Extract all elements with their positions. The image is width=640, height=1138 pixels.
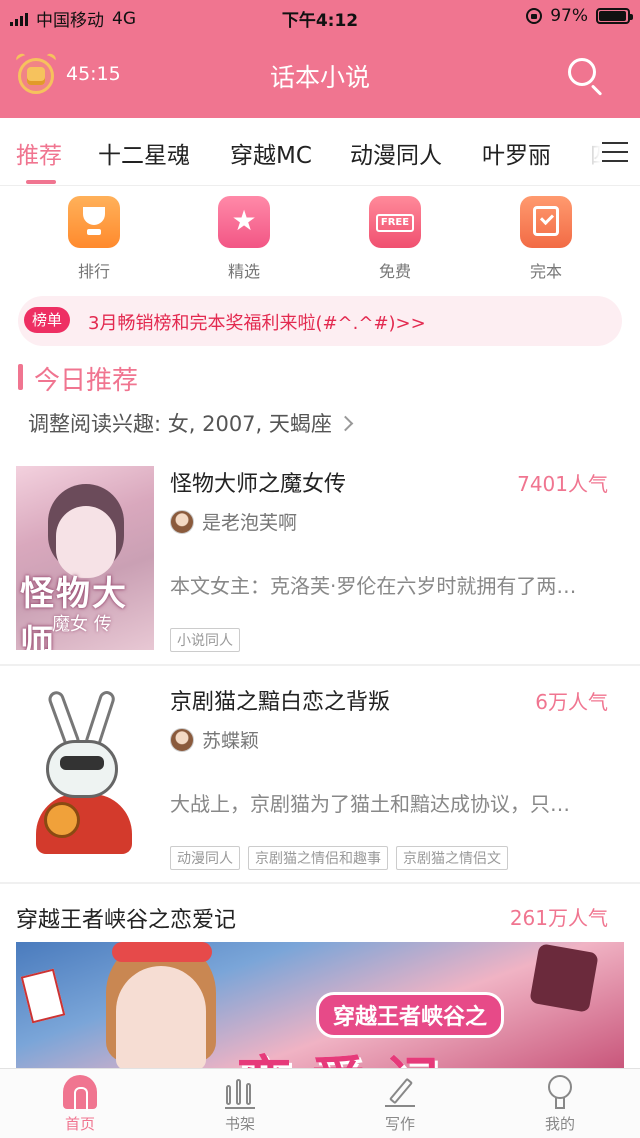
menu-icon [602,142,628,162]
author-name: 苏蝶颖 [202,730,260,752]
book-popularity: 7401人气 [517,472,608,496]
featured-book-banner[interactable]: 穿越王者峡谷之 恋爱记 [16,942,624,1070]
notice-badge: 榜单 [24,307,71,333]
tab-menu-button[interactable] [580,118,640,185]
quick-links: 排行 ★ 精选 FREE 免费 完本 [0,186,640,290]
quick-link-label: 免费 [378,262,411,281]
nav-me[interactable]: 我的 [510,1075,610,1134]
quick-link-label: 完本 [529,262,562,281]
book-description: 本文女主：克洛芙·罗伦在六岁时就拥有了两… [170,574,577,598]
book-cover[interactable]: 怪物大师 魔女 传 [16,466,154,650]
book-description: 大战上，京剧猫为了猫土和黯达成协议，只… [170,792,570,816]
book-cover[interactable] [16,684,154,868]
playing-card-decoration [20,968,66,1024]
category-tabs: 推荐 十二星魂 穿越MC 动漫同人 叶罗丽 四 [0,118,640,186]
book-tag[interactable]: 动漫同人 [170,846,240,870]
bottom-nav: 首页 书架 写作 我的 [0,1068,640,1138]
quick-link-label: 排行 [77,262,110,281]
book-popularity: 6万人气 [535,690,608,714]
book-tag[interactable]: 京剧猫之情侣和趣事 [248,846,388,870]
quick-link-label: 精选 [227,262,260,281]
cover-title: 怪物大师 [20,574,128,650]
home-icon [63,1075,97,1111]
tab-twelve-star-souls[interactable]: 十二星魂 [98,136,190,170]
nav-label: 书架 [224,1115,255,1133]
chevron-right-icon [337,415,354,431]
search-icon [568,58,596,86]
book-tag[interactable]: 京剧猫之情侣文 [396,846,508,870]
divider [0,882,640,884]
quick-link-featured[interactable]: ★ 精选 [194,196,294,282]
book-tags: 小说同人 [170,628,240,652]
bookshelf-icon [223,1075,257,1109]
banner-caption: 穿越王者峡谷之 [316,992,505,1038]
battery-percent: 97% [550,6,588,26]
pen-icon [383,1075,417,1109]
divider [0,664,640,666]
nav-label: 首页 [64,1115,95,1133]
book-author[interactable]: 苏蝶颖 [170,726,259,753]
search-button[interactable] [566,56,606,96]
checked-doc-icon [520,196,572,248]
adjust-interest-link[interactable]: 调整阅读兴趣: 女, 2007, 天蝎座 [28,408,354,438]
notice-text: 3月畅销榜和完本奖福利来啦(#^.^#)>> [88,313,426,334]
book-title[interactable]: 京剧猫之黯白恋之背叛 [170,684,390,716]
featured-book-title[interactable]: 穿越王者峡谷之恋爱记 [16,902,236,934]
book-tags: 动漫同人 京剧猫之情侣和趣事 京剧猫之情侣文 [170,846,508,870]
avatar [170,727,194,752]
free-tag-icon: FREE [369,196,421,248]
rotation-lock-icon [526,8,543,24]
battery-icon [596,8,633,24]
star-icon: ★ [218,196,270,248]
nav-home[interactable]: 首页 [30,1075,130,1134]
tab-recommend[interactable]: 推荐 [16,136,62,170]
status-right: 97% [526,6,633,26]
nav-write[interactable]: 写作 [350,1075,450,1134]
section-accent-bar [18,364,23,390]
active-tab-indicator [26,180,56,184]
book-title[interactable]: 怪物大师之魔女传 [170,466,346,498]
book-author[interactable]: 是老泡芙啊 [170,508,297,535]
nav-label: 我的 [544,1115,575,1133]
author-name: 是老泡芙啊 [202,512,298,534]
section-title-text: 今日推荐 [34,366,139,396]
tab-ye-luo-li[interactable]: 叶罗丽 [482,136,551,170]
interest-text: 调整阅读兴趣: 女, 2007, 天蝎座 [28,412,332,436]
banner-big-text: 恋爱记 [236,1038,458,1070]
app-header: 45:15 话本小说 [0,32,640,118]
quick-link-ranking[interactable]: 排行 [44,196,144,282]
character-illustration [116,966,206,1070]
status-bar: 中国移动 4G 下午4:12 97% [0,0,640,32]
nav-bookshelf[interactable]: 书架 [190,1075,290,1134]
trophy-icon [68,196,120,248]
announcement-banner[interactable]: 榜单 3月畅销榜和完本奖福利来啦(#^.^#)>> [18,296,622,346]
app-title: 话本小说 [269,63,370,92]
tab-time-travel-mc[interactable]: 穿越MC [230,136,312,170]
heart-card-decoration [529,943,599,1013]
quick-link-free[interactable]: FREE 免费 [345,196,445,282]
quick-link-completed[interactable]: 完本 [496,196,596,282]
cover-subtitle: 魔女 传 [52,614,112,635]
nav-label: 写作 [384,1115,415,1133]
featured-book-popularity: 261万人气 [509,906,608,930]
avatar [170,509,194,534]
book-tag[interactable]: 小说同人 [170,628,240,652]
tab-anime-fanfic[interactable]: 动漫同人 [350,136,442,170]
profile-icon [543,1075,577,1109]
